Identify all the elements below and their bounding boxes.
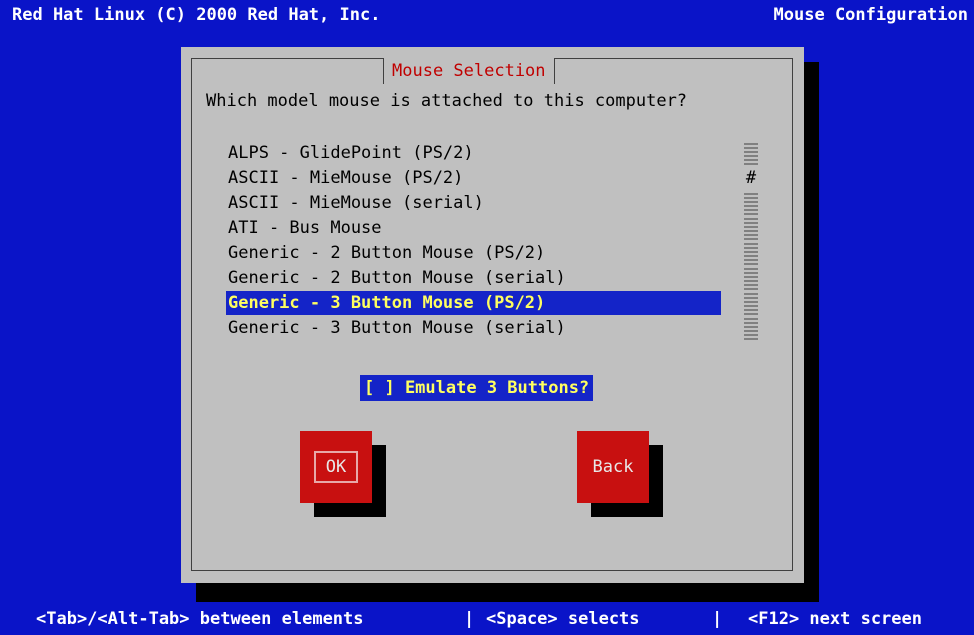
hint-space: <Space> selects — [486, 609, 640, 629]
back-button[interactable]: Back — [577, 431, 649, 503]
question-text: Which model mouse is attached to this co… — [206, 91, 688, 111]
emulate-3-buttons-checkbox[interactable]: [ ] Emulate 3 Buttons? — [360, 375, 594, 401]
mouse-selection-dialog: Mouse Selection Which model mouse is att… — [181, 47, 804, 583]
top-bar: Red Hat Linux (C) 2000 Red Hat, Inc. Mou… — [0, 0, 974, 30]
list-item[interactable]: Generic - 2 Button Mouse (PS/2) — [226, 241, 721, 265]
list-item[interactable]: Generic - 2 Button Mouse (serial) — [226, 266, 721, 290]
hint-tab: <Tab>/<Alt-Tab> between elements — [36, 609, 364, 629]
hint-f12: <F12> next screen — [748, 609, 922, 629]
scrollbar-track — [744, 291, 758, 315]
dialog-title: Mouse Selection — [383, 58, 555, 84]
scrollbar-thumb[interactable]: # — [744, 166, 758, 190]
scrollbar-track — [744, 216, 758, 240]
screen-title: Mouse Configuration — [773, 5, 968, 25]
list-item[interactable]: ASCII - MieMouse (serial) — [226, 191, 721, 215]
bottom-help-bar: <Tab>/<Alt-Tab> between elements | <Spac… — [0, 603, 974, 635]
back-button-label: Back — [592, 457, 634, 477]
scrollbar-track — [744, 266, 758, 290]
list-item[interactable]: Generic - 3 Button Mouse (serial) — [226, 316, 721, 340]
scrollbar-track — [744, 191, 758, 215]
list-item[interactable]: ATI - Bus Mouse — [226, 216, 721, 240]
list-scrollbar[interactable]: # — [744, 141, 758, 349]
copyright-text: Red Hat Linux (C) 2000 Red Hat, Inc. — [12, 5, 381, 25]
ok-button-label: OK — [313, 451, 359, 483]
list-item-selected[interactable]: Generic - 3 Button Mouse (PS/2) — [226, 291, 721, 315]
scrollbar-track — [744, 316, 758, 340]
list-item[interactable]: ASCII - MieMouse (PS/2) — [226, 166, 721, 190]
scrollbar-track — [744, 241, 758, 265]
list-item[interactable]: ALPS - GlidePoint (PS/2) — [226, 141, 721, 165]
hint-separator: | — [464, 609, 475, 629]
installer-screen: Red Hat Linux (C) 2000 Red Hat, Inc. Mou… — [0, 0, 974, 635]
scrollbar-track — [744, 141, 758, 165]
mouse-model-list[interactable]: ALPS - GlidePoint (PS/2) ASCII - MieMous… — [226, 141, 721, 349]
hint-separator: | — [712, 609, 723, 629]
ok-button[interactable]: OK — [300, 431, 372, 503]
